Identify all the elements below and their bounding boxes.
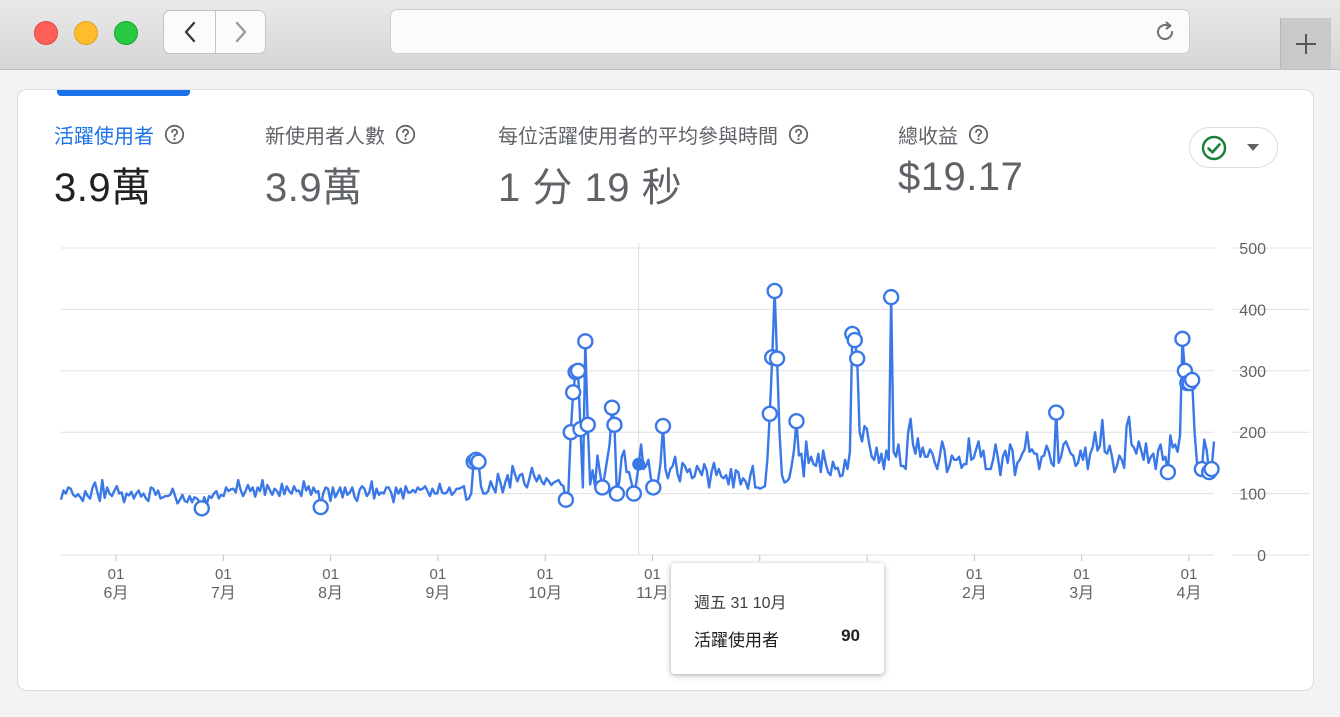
x-tick-month: 3月 — [1069, 585, 1094, 602]
x-tick-day: 01 — [108, 566, 125, 583]
anomaly-marker — [848, 350, 866, 367]
anomaly-marker — [882, 288, 900, 306]
y-tick-label: 0 — [1257, 548, 1266, 565]
chart-tooltip: 週五 31 10月 活躍使用者 90 — [671, 563, 884, 674]
anomaly-marker — [1174, 330, 1191, 348]
x-tick-month: 4月 — [1177, 585, 1202, 602]
tooltip-date: 週五 31 10月 — [694, 595, 787, 612]
minimize-window-button[interactable] — [74, 21, 98, 45]
plus-icon — [1296, 33, 1316, 54]
y-tick-label: 300 — [1239, 364, 1266, 381]
close-window-button[interactable] — [34, 21, 58, 45]
y-tick-label: 500 — [1239, 241, 1266, 258]
x-tick-day: 01 — [430, 566, 447, 583]
navigation-buttons — [163, 10, 266, 54]
browser-window: 活躍使用者 3.9萬 新使用者人數 3.9萬 每位活躍使用者的平均參與時間 1 … — [0, 0, 1340, 717]
y-tick-label: 200 — [1239, 425, 1266, 442]
x-tick-day: 01 — [537, 566, 554, 583]
x-tick-month: 10月 — [528, 585, 562, 602]
x-tick-day: 01 — [322, 566, 339, 583]
anomaly-marker — [625, 485, 643, 502]
anomaly-marker — [1048, 404, 1065, 421]
anomaly-marker — [645, 479, 662, 496]
tooltip-series-name: 活躍使用者 — [694, 631, 779, 650]
x-tick-month: 6月 — [104, 585, 129, 602]
y-tick-label: 400 — [1239, 302, 1266, 319]
x-tick-month: 11月 — [636, 585, 669, 602]
address-bar[interactable] — [390, 9, 1190, 54]
anomaly-marker — [788, 412, 805, 430]
analytics-card: 活躍使用者 3.9萬 新使用者人數 3.9萬 每位活躍使用者的平均參與時間 1 … — [17, 89, 1314, 691]
x-tick-day: 01 — [966, 566, 983, 583]
anomaly-marker — [1203, 460, 1220, 478]
x-tick-day: 01 — [215, 566, 232, 583]
chevron-left-icon — [184, 21, 195, 43]
active-users-line-chart[interactable]: 500 400 300 200 100 0 01 6月 01 7月 01 8月 01 9月 01 10月 01 1… — [18, 90, 1314, 691]
x-tick-day: 01 — [644, 566, 661, 583]
anomaly-marker — [608, 485, 626, 502]
anomaly-marker — [1183, 371, 1201, 389]
x-tick-month: 9月 — [425, 585, 450, 602]
tooltip-value: 90 — [841, 626, 860, 645]
anomaly-marker — [606, 416, 623, 434]
y-tick-label: 100 — [1239, 487, 1266, 504]
back-button[interactable] — [164, 11, 216, 53]
anomaly-marker — [557, 491, 575, 508]
anomaly-marker — [761, 405, 778, 422]
anomaly-marker — [579, 416, 596, 434]
anomaly-marker — [846, 331, 863, 349]
x-tick-month: 7月 — [211, 585, 236, 602]
anomaly-marker — [577, 333, 594, 350]
anomaly-marker — [766, 282, 783, 300]
zoom-window-button[interactable] — [114, 21, 138, 45]
series-line-active-users — [59, 289, 1216, 510]
x-tick-month: 8月 — [318, 585, 343, 602]
anomaly-marker — [594, 479, 611, 496]
anomaly-marker — [564, 384, 582, 401]
chevron-right-icon — [235, 21, 246, 43]
anomaly-marker — [470, 453, 487, 470]
x-tick-day: 01 — [1073, 566, 1090, 583]
anomaly-marker — [193, 500, 210, 517]
reload-icon[interactable] — [1153, 20, 1177, 44]
anomaly-marker — [603, 399, 621, 416]
anomaly-marker — [768, 350, 786, 367]
x-tick-month: 2月 — [962, 585, 987, 602]
anomaly-marker — [654, 417, 672, 435]
forward-button[interactable] — [215, 11, 266, 53]
anomaly-marker — [312, 498, 329, 516]
anomaly-marker — [1159, 463, 1177, 481]
hover-point — [632, 457, 646, 471]
x-tick-day: 01 — [1181, 566, 1198, 583]
title-bar — [0, 0, 1340, 70]
anomaly-marker — [569, 362, 587, 379]
new-tab-button[interactable] — [1280, 18, 1331, 69]
